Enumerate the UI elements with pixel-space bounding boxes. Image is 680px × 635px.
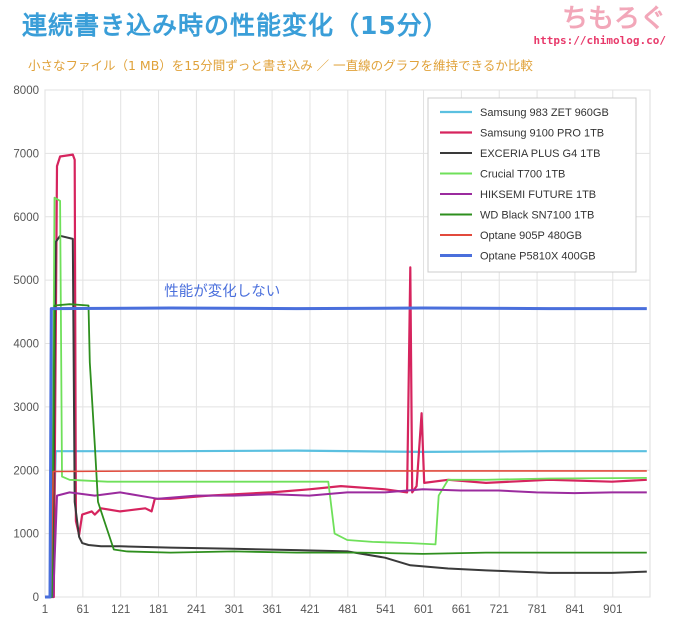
y-tick-label: 0 [33, 592, 39, 604]
legend-entry: Crucial T700 1TB [480, 169, 565, 181]
chart-annotation: 性能が変化しない [164, 283, 280, 300]
legend-entry: HIKSEMI FUTURE 1TB [480, 189, 596, 201]
x-tick-label: 601 [414, 604, 433, 616]
x-tick-label: 901 [603, 604, 622, 616]
legend-entry: Optane P5810X 400GB [480, 251, 596, 263]
legend-entry: Samsung 983 ZET 960GB [480, 107, 609, 119]
x-tick-label: 301 [225, 604, 244, 616]
y-tick-label: 1000 [13, 529, 39, 541]
x-tick-label: 781 [527, 604, 546, 616]
y-tick-label: 6000 [13, 212, 39, 224]
y-tick-label: 3000 [13, 402, 39, 414]
line-chart: 0 1000 2000 3000 4000 5000 6000 7000 8000 1 61 121 1… [13, 85, 651, 616]
legend-entry: WD Black SN7100 1TB [480, 210, 594, 222]
x-tick-label: 361 [263, 604, 282, 616]
legend-entry: EXCERIA PLUS G4 1TB [480, 148, 600, 160]
x-tick-label: 121 [111, 604, 130, 616]
y-tick-label: 5000 [13, 275, 39, 287]
legend-entry: Optane 905P 480GB [480, 230, 582, 242]
x-tick-label: 1 [42, 604, 48, 616]
x-tick-label: 541 [376, 604, 395, 616]
x-tick-label: 481 [338, 604, 357, 616]
x-tick-label: 841 [565, 604, 584, 616]
x-tick-label: 61 [76, 604, 89, 616]
legend-entry: Samsung 9100 PRO 1TB [480, 128, 604, 140]
y-tick-label: 8000 [13, 85, 39, 97]
x-tick-label: 181 [149, 604, 168, 616]
y-tick-label: 2000 [13, 465, 39, 477]
x-tick-label: 661 [452, 604, 471, 616]
x-tick-label: 721 [490, 604, 509, 616]
y-tick-label: 7000 [13, 148, 39, 160]
y-tick-label: 4000 [13, 339, 39, 351]
x-tick-label: 421 [300, 604, 319, 616]
x-tick-label: 241 [187, 604, 206, 616]
legend-box [427, 97, 637, 273]
